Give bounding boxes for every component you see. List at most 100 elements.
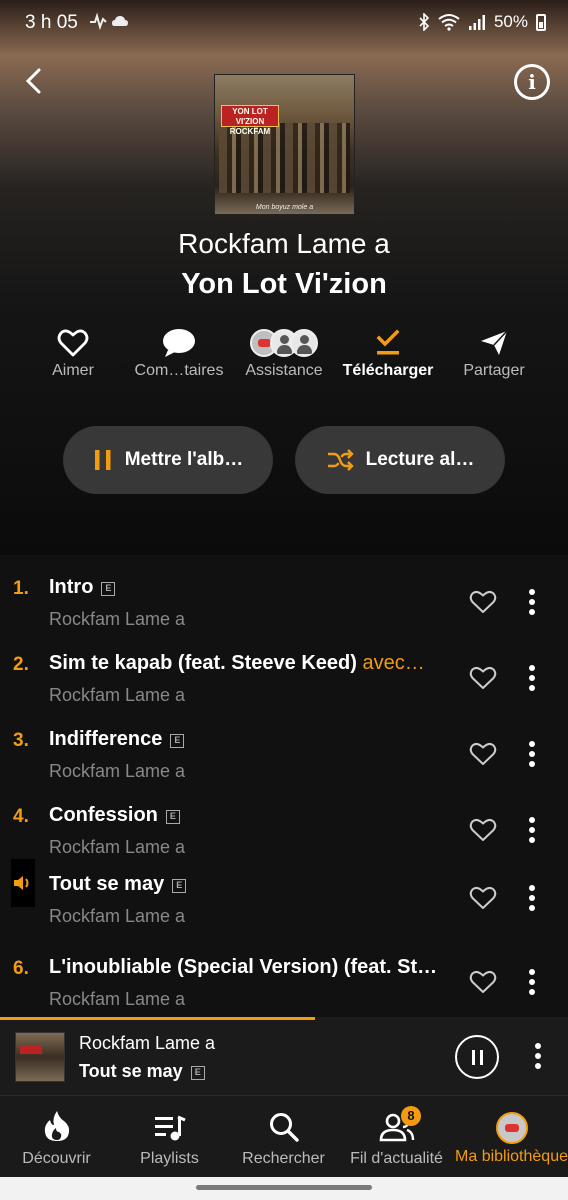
pause-album-label: Mettre l'alb… — [124, 449, 244, 470]
battery-percent: 50% — [493, 12, 528, 31]
track-artist: Rockfam Lame a — [49, 906, 186, 926]
album-artist[interactable]: Rockfam Lame a — [0, 228, 568, 260]
heart-outline-icon[interactable] — [469, 741, 497, 767]
track-number: 6. — [13, 958, 29, 979]
signal-icon — [468, 15, 485, 30]
shuffle-play-button[interactable]: Lecture al… — [295, 426, 505, 494]
heart-outline-icon — [57, 329, 89, 357]
shuffle-label: Lecture al… — [365, 449, 475, 470]
nav-playlists-label: Playlists — [140, 1150, 199, 1167]
more-vertical-icon[interactable] — [522, 663, 542, 693]
nav-library-label: Ma bibliothèque — [455, 1148, 568, 1165]
track-title: Sim te kapab (feat. Steeve Keed) avec… — [49, 652, 425, 674]
back-chevron-icon[interactable] — [20, 66, 50, 96]
track-row[interactable]: 2. Sim te kapab (feat. Steeve Keed) avec… — [0, 641, 568, 717]
album-cover: YON LOT VI'ZION ROCKFAM Mon boyuz mole a — [214, 74, 355, 215]
nav-library[interactable]: Ma bibliothèque — [455, 1096, 568, 1178]
like-album-button[interactable]: Aimer — [18, 326, 128, 380]
explicit-badge: E — [170, 734, 185, 748]
bluetooth-icon — [419, 13, 430, 31]
assistance-label: Assistance — [245, 362, 323, 379]
track-number: 4. — [13, 806, 29, 827]
track-number: 2. — [13, 654, 29, 675]
heart-outline-icon[interactable] — [469, 665, 497, 691]
nav-feed[interactable]: 8 Fil d'actualité — [340, 1096, 453, 1178]
feed-notification-badge: 8 — [401, 1106, 421, 1126]
comment-bubble-icon — [163, 329, 195, 357]
track-row[interactable]: 6. L'inoubliable (Special Version) (feat… — [0, 945, 568, 1017]
track-row[interactable]: 1. Intro E Rockfam Lame a — [0, 565, 568, 641]
playback-progress-bar[interactable] — [0, 1017, 316, 1020]
album-header: 3 h 05 50% i YON LOT VI'ZION ROCKFAM Mon… — [0, 0, 568, 555]
track-list: 1. Intro E Rockfam Lame a 2. Sim te kapab… — [0, 555, 568, 1017]
shuffle-icon — [327, 449, 354, 471]
pause-icon — [94, 450, 111, 470]
more-vertical-icon[interactable] — [522, 883, 542, 913]
more-vertical-icon[interactable] — [522, 587, 542, 617]
nav-playlists[interactable]: Playlists — [113, 1096, 226, 1178]
track-row-playing[interactable]: Tout se may E Rockfam Lame a — [0, 857, 568, 933]
track-title: Intro E — [49, 576, 116, 599]
status-time: 3 h 05 — [25, 12, 78, 33]
now-playing-artist: Rockfam Lame a — [79, 1033, 216, 1053]
track-artist: Rockfam Lame a — [49, 837, 186, 857]
info-icon[interactable]: i — [514, 64, 550, 100]
mini-player[interactable]: Rockfam Lame a Tout se may E — [0, 1017, 568, 1095]
heart-outline-icon[interactable] — [469, 969, 497, 995]
home-indicator[interactable] — [196, 1185, 372, 1190]
cover-caption: Mon boyuz mole a — [255, 204, 314, 211]
more-vertical-icon[interactable] — [522, 815, 542, 845]
heart-outline-icon[interactable] — [469, 885, 497, 911]
nav-discover-label: Découvrir — [22, 1150, 91, 1167]
speaker-playing-icon — [11, 859, 35, 907]
track-artist: Rockfam Lame a — [49, 685, 186, 705]
now-playing-title: Tout se may E — [79, 1061, 205, 1082]
playlist-icon — [154, 1115, 186, 1141]
track-artist: Rockfam Lame a — [49, 989, 186, 1009]
profile-avatar-icon — [495, 1112, 528, 1144]
track-artist: Rockfam Lame a — [49, 761, 186, 781]
track-row[interactable]: 3. Indifference E Rockfam Lame a — [0, 717, 568, 793]
flame-icon — [44, 1111, 69, 1141]
explicit-badge: E — [165, 810, 180, 824]
nav-search[interactable]: Rechercher — [227, 1096, 340, 1178]
like-label: Aimer — [52, 362, 94, 379]
comments-label: Com…taires — [134, 362, 224, 379]
system-gesture-bar — [0, 1177, 568, 1200]
track-title: Indifference E — [49, 728, 185, 751]
pause-album-button[interactable]: Mettre l'alb… — [63, 426, 273, 494]
share-button[interactable]: Partager — [439, 326, 549, 380]
explicit-badge: E — [101, 582, 116, 596]
now-playing-cover — [15, 1032, 65, 1082]
more-vertical-icon[interactable] — [528, 1041, 548, 1071]
download-button[interactable]: Télécharger — [333, 326, 443, 380]
track-featuring: avec… — [362, 652, 425, 674]
heart-outline-icon[interactable] — [469, 817, 497, 843]
heart-outline-icon[interactable] — [469, 589, 497, 615]
status-bar: 3 h 05 50% — [0, 0, 568, 46]
track-title: Tout se may E — [49, 873, 187, 896]
search-icon — [269, 1113, 299, 1142]
cover-logo: YON LOT VI'ZION ROCKFAM — [221, 105, 279, 136]
comments-button[interactable]: Com…taires — [124, 326, 234, 380]
nav-search-label: Rechercher — [242, 1150, 325, 1167]
more-vertical-icon[interactable] — [522, 967, 542, 997]
status-icons: 50% — [418, 12, 546, 32]
battery-icon — [536, 13, 546, 31]
pause-button[interactable] — [455, 1035, 499, 1079]
nav-feed-label: Fil d'actualité — [350, 1150, 443, 1167]
assistance-button[interactable]: Assistance — [229, 326, 339, 380]
track-title: L'inoubliable (Special Version) (feat. S… — [49, 956, 438, 978]
track-artist: Rockfam Lame a — [49, 609, 186, 629]
download-label: Télécharger — [342, 362, 434, 379]
nav-discover[interactable]: Découvrir — [0, 1096, 113, 1178]
notification-icons — [88, 12, 130, 34]
track-title: Confession E — [49, 804, 180, 827]
track-number: 3. — [13, 730, 29, 751]
bottom-navigation: Découvrir Playlists Rechercher 8 Fil d'a… — [0, 1095, 568, 1177]
more-vertical-icon[interactable] — [522, 739, 542, 769]
share-label: Partager — [463, 362, 525, 379]
wifi-icon — [438, 14, 460, 31]
avatars-icon — [250, 329, 318, 357]
download-check-icon — [376, 329, 400, 355]
